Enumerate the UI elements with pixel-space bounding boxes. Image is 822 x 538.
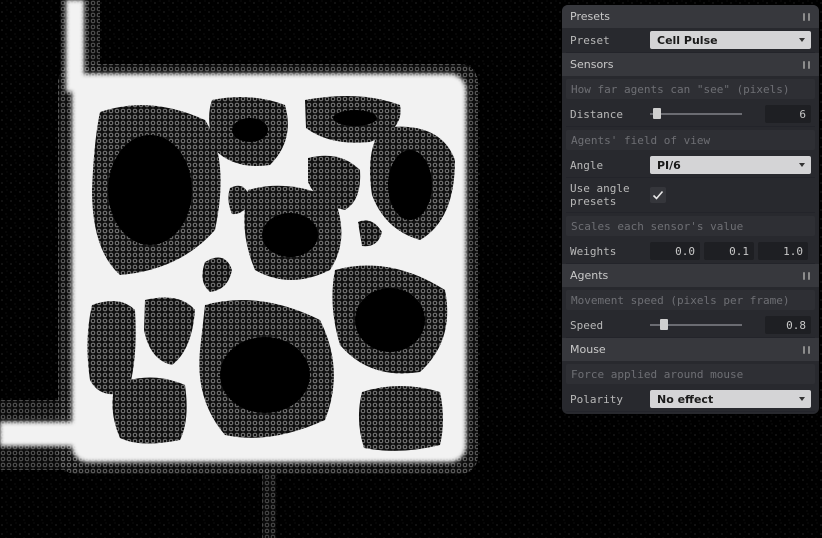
polarity-select-value: No effect [657,392,714,406]
speed-slider-handle[interactable] [660,319,669,330]
caret-down-icon [799,38,805,42]
use-presets-row: Use angle presets [566,178,815,213]
folder-sensors-header[interactable]: Sensors [562,53,819,76]
pause-bars-icon[interactable] [803,345,810,354]
polarity-select[interactable]: No effect [650,390,811,408]
speed-slider[interactable] [650,319,742,330]
weight-right-input[interactable]: 1.0 [758,242,808,260]
speed-label: Speed [570,318,604,332]
caret-down-icon [799,163,805,167]
pause-bars-icon[interactable] [803,271,810,280]
preset-label: Preset [570,33,610,47]
weights-hint: Scales each sensor's value [566,216,815,236]
angle-select[interactable]: PI/6 [650,156,811,174]
angle-label: Angle [570,158,604,172]
preset-select[interactable]: Cell Pulse [650,31,811,49]
fov-hint: Agents' field of view [566,130,815,150]
folder-mouse-title: Mouse [570,343,606,356]
angle-row: Angle PI/6 [566,153,815,178]
pause-bars-icon[interactable] [803,12,810,21]
weight-center-input[interactable]: 0.1 [704,242,754,260]
distance-slider[interactable] [650,108,742,119]
use-presets-label: Use angle presets [570,182,630,208]
angle-select-value: PI/6 [657,158,681,172]
polarity-label: Polarity [570,392,623,406]
force-hint: Force applied around mouse [566,364,815,384]
distance-hint: How far agents can "see" (pixels) [566,79,815,99]
folder-mouse-header[interactable]: Mouse [562,338,819,361]
preset-row: Preset Cell Pulse [566,28,815,53]
use-presets-checkbox[interactable] [650,187,666,203]
distance-slider-handle[interactable] [652,108,661,119]
folder-agents-title: Agents [570,269,609,282]
folder-presets-title: Presets [570,10,611,23]
weights-row: Weights 0.0 0.1 1.0 [566,239,815,264]
preset-select-value: Cell Pulse [657,33,718,47]
distance-label: Distance [570,107,623,121]
distance-row: Distance 6 [566,102,815,127]
folder-presets-header[interactable]: Presets [562,5,819,28]
caret-down-icon [799,397,805,401]
checkmark-icon [652,190,664,200]
folder-agents-header[interactable]: Agents [562,264,819,287]
polarity-row: Polarity No effect [566,387,815,412]
pause-bars-icon[interactable] [803,60,810,69]
distance-input[interactable]: 6 [765,105,811,123]
speed-hint: Movement speed (pixels per frame) [566,290,815,310]
weights-label: Weights [570,244,617,258]
speed-input[interactable]: 0.8 [765,316,811,334]
controls-panel: Presets Preset Cell Pulse Sensors How fa… [562,5,819,414]
weight-left-input[interactable]: 0.0 [650,242,700,260]
folder-sensors-title: Sensors [570,58,614,71]
speed-row: Speed 0.8 [566,313,815,338]
